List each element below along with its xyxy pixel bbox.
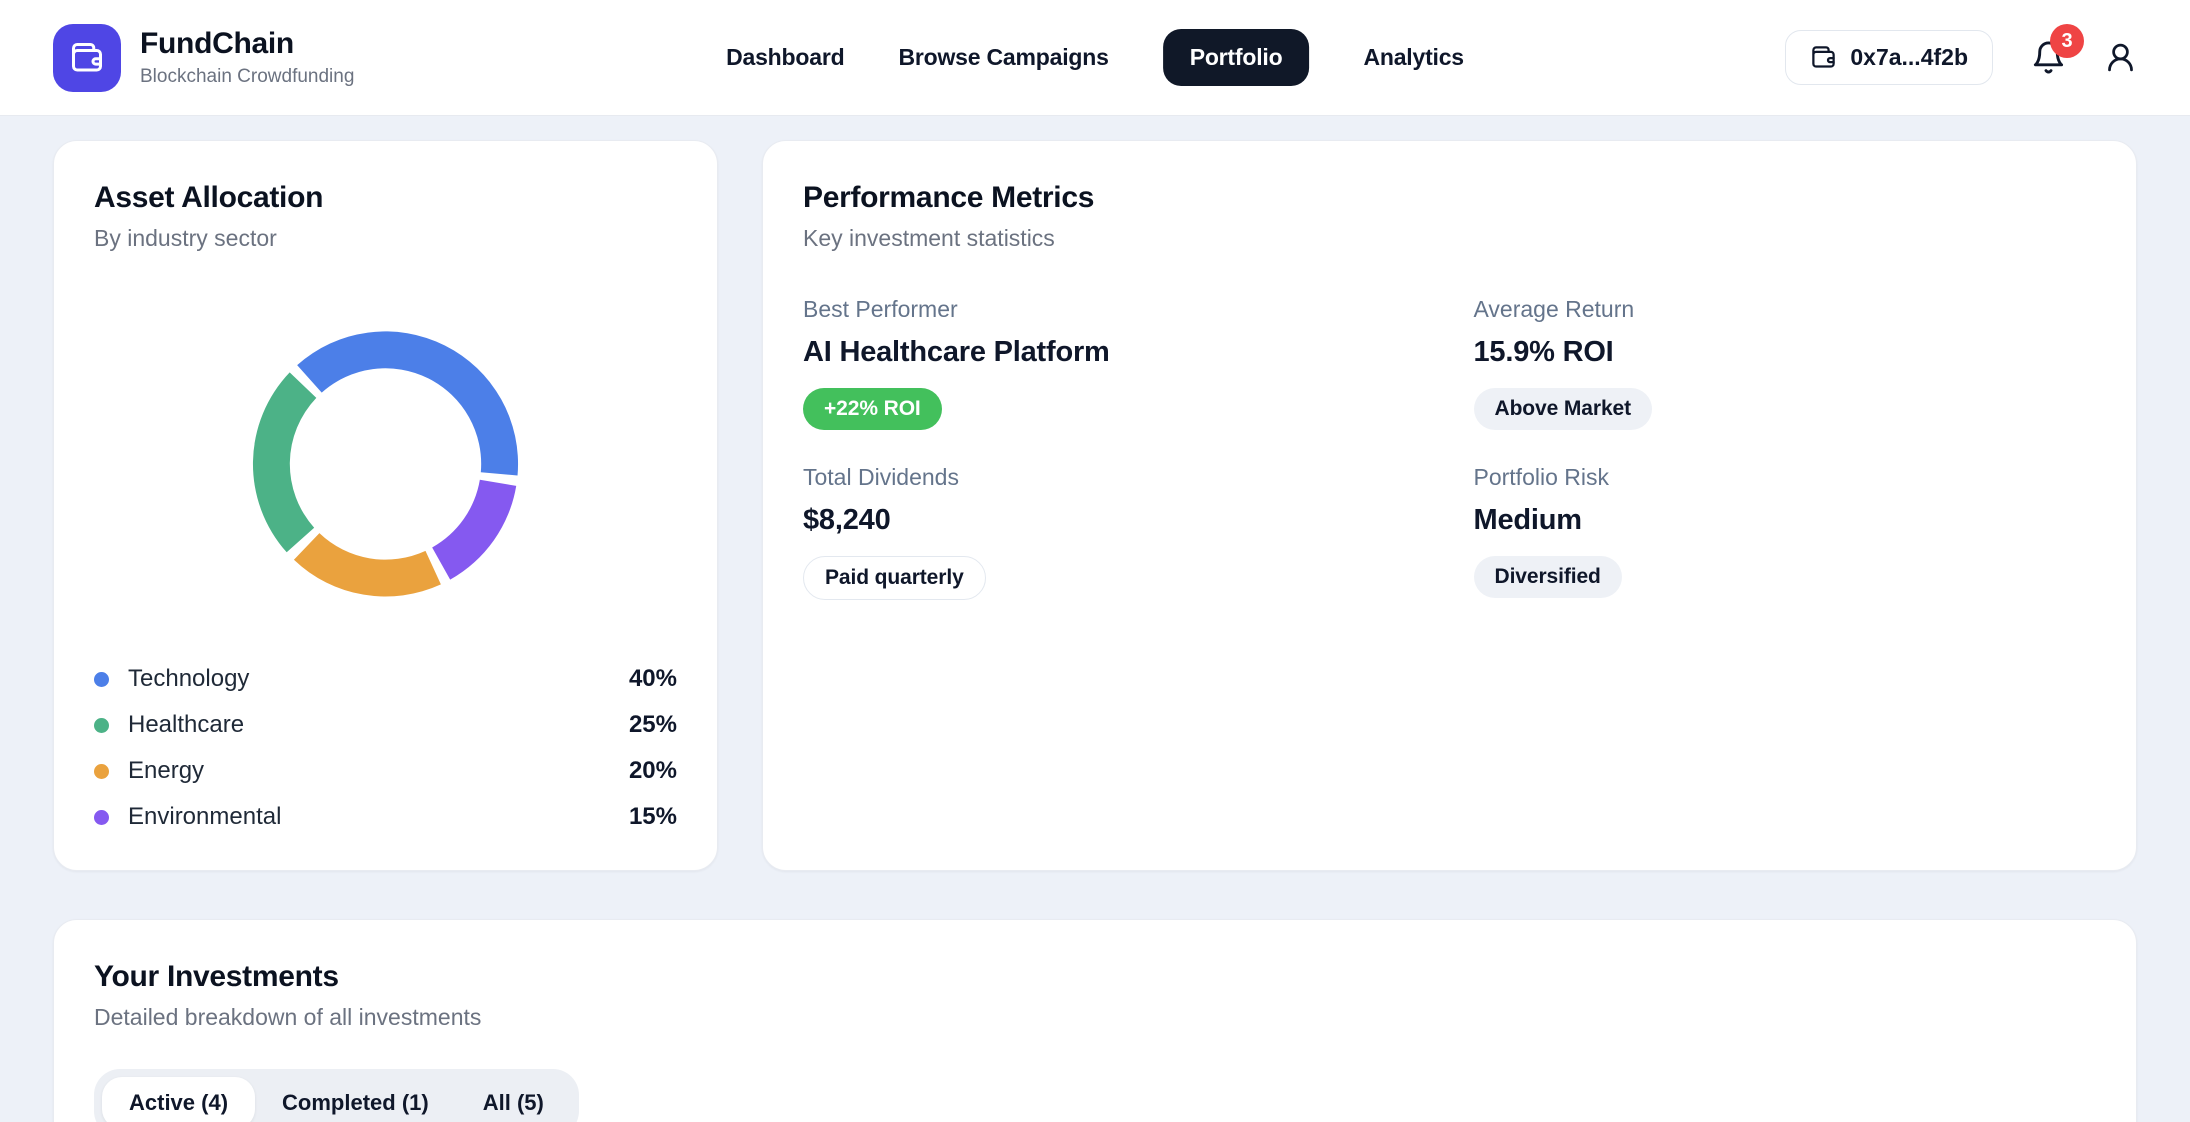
portfolio-page: Asset Allocation By industry sector Tech…: [0, 116, 2190, 1122]
investments-subtitle: Detailed breakdown of all investments: [94, 1004, 2096, 1031]
environmental-dot: [94, 810, 109, 825]
nav-item-dashboard[interactable]: Dashboard: [726, 44, 844, 71]
energy-dot: [94, 764, 109, 779]
notifications-button[interactable]: 3: [2031, 40, 2066, 75]
top-cards-row: Asset Allocation By industry sector Tech…: [53, 140, 2137, 871]
donut-segment-healthcare: [253, 372, 316, 552]
asset-allocation-title: Asset Allocation: [94, 181, 677, 215]
legend-label: Environmental: [128, 803, 281, 831]
donut-segment-technology: [297, 331, 518, 475]
legend-label: Energy: [128, 757, 204, 785]
donut-segment-energy: [294, 533, 441, 596]
legend-value: 20%: [629, 757, 677, 785]
above-market-badge: Above Market: [1474, 388, 1653, 430]
top-navbar: FundChain Blockchain Crowdfunding Dashbo…: [0, 0, 2190, 116]
wallet-address: 0x7a...4f2b: [1850, 44, 1968, 71]
legend-label: Healthcare: [128, 711, 244, 739]
wallet-icon: [69, 40, 105, 76]
roi-badge: +22% ROI: [803, 388, 942, 430]
metric-best-performer: Best Performer AI Healthcare Platform +2…: [803, 296, 1426, 430]
tab-all[interactable]: All (5): [456, 1077, 571, 1122]
nav-item-analytics[interactable]: Analytics: [1363, 44, 1463, 71]
metrics-grid: Best Performer AI Healthcare Platform +2…: [803, 296, 2096, 600]
healthcare-dot: [94, 718, 109, 733]
allocation-donut-chart: [94, 252, 677, 652]
legend-item-healthcare: Healthcare 25%: [94, 702, 677, 748]
metric-value: 15.9% ROI: [1474, 336, 2097, 369]
metric-total-dividends: Total Dividends $8,240 Paid quarterly: [803, 464, 1426, 600]
app-title: FundChain: [140, 27, 354, 61]
legend-value: 15%: [629, 803, 677, 831]
metric-label: Average Return: [1474, 296, 2097, 323]
tab-completed[interactable]: Completed (1): [255, 1077, 456, 1122]
brand: FundChain Blockchain Crowdfunding: [53, 24, 354, 92]
metric-average-return: Average Return 15.9% ROI Above Market: [1474, 296, 2097, 430]
metric-label: Best Performer: [803, 296, 1426, 323]
donut-segment-environmental: [432, 480, 516, 580]
tab-active[interactable]: Active (4): [102, 1077, 255, 1122]
legend-label: Technology: [128, 665, 249, 693]
legend-item-energy: Energy 20%: [94, 748, 677, 794]
nav-item-browse-campaigns[interactable]: Browse Campaigns: [898, 44, 1108, 71]
technology-dot: [94, 672, 109, 687]
asset-allocation-subtitle: By industry sector: [94, 225, 677, 252]
nav-item-portfolio-active[interactable]: Portfolio: [1163, 29, 1310, 86]
diversified-badge: Diversified: [1474, 556, 1622, 598]
profile-button[interactable]: [2104, 41, 2137, 74]
metric-value: AI Healthcare Platform: [803, 336, 1426, 369]
legend-item-environmental: Environmental 15%: [94, 794, 677, 840]
metric-value: $8,240: [803, 504, 1426, 537]
performance-title: Performance Metrics: [803, 181, 2096, 215]
metric-label: Portfolio Risk: [1474, 464, 2097, 491]
performance-metrics-card: Performance Metrics Key investment stati…: [762, 140, 2137, 871]
notification-count-badge: 3: [2050, 24, 2084, 58]
asset-allocation-card: Asset Allocation By industry sector Tech…: [53, 140, 718, 871]
app-logo: [53, 24, 121, 92]
wallet-icon: [1810, 44, 1837, 71]
brand-text: FundChain Blockchain Crowdfunding: [140, 27, 354, 88]
app-tagline: Blockchain Crowdfunding: [140, 66, 354, 88]
header-actions: 0x7a...4f2b 3: [1785, 30, 2137, 85]
metric-portfolio-risk: Portfolio Risk Medium Diversified: [1474, 464, 2097, 600]
donut-chart-svg: [94, 252, 677, 652]
metric-label: Total Dividends: [803, 464, 1426, 491]
legend-value: 25%: [629, 711, 677, 739]
wallet-address-button[interactable]: 0x7a...4f2b: [1785, 30, 1993, 85]
your-investments-card: Your Investments Detailed breakdown of a…: [53, 919, 2137, 1122]
metric-value: Medium: [1474, 504, 2097, 537]
main-nav: Dashboard Browse Campaigns Portfolio Ana…: [726, 29, 1464, 86]
paid-quarterly-badge: Paid quarterly: [803, 556, 986, 600]
legend-value: 40%: [629, 665, 677, 693]
investments-title: Your Investments: [94, 960, 2096, 994]
investments-tablist: Active (4) Completed (1) All (5): [94, 1069, 579, 1122]
allocation-legend: Technology 40% Healthcare 25% Energy 20%…: [94, 656, 677, 840]
performance-subtitle: Key investment statistics: [803, 225, 2096, 252]
user-icon: [2104, 41, 2137, 74]
legend-item-technology: Technology 40%: [94, 656, 677, 702]
